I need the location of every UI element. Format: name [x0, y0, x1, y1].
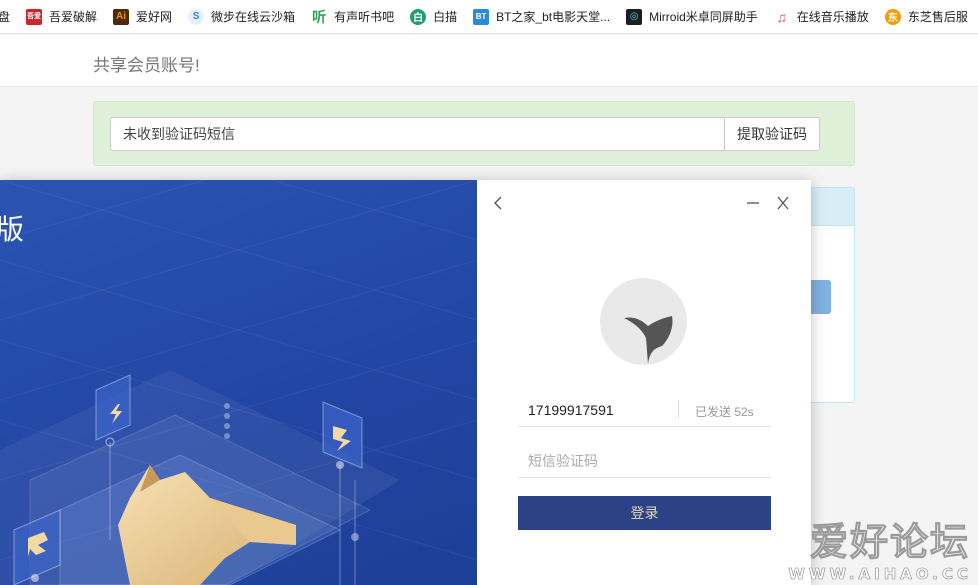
bookmark-item[interactable]: 东 东芝售后服 [884, 0, 968, 33]
modal-title-fragment: 版 [0, 214, 25, 245]
bookmark-item[interactable]: 吾爱 吾爱破解 [26, 0, 98, 33]
phone-row: 17199917591 已发送 52s [518, 394, 771, 427]
52pojie-icon: 吾爱 [26, 8, 43, 25]
bookmark-label: 有声听书吧 [334, 10, 395, 24]
close-button[interactable] [775, 192, 791, 214]
bookmark-label: 微步在线云沙箱 [211, 10, 296, 24]
toshiba-icon: 东 [884, 8, 901, 25]
watermark-url: WWW.AIHAO.CC [788, 565, 972, 584]
bookmark-label: 爱好网 [136, 10, 173, 24]
bookmark-item[interactable]: ◎ Mirroid米卓同屏助手 [626, 0, 758, 33]
bookmark-item[interactable]: BT BT之家_bt电影天堂... [473, 0, 611, 33]
bookmark-label: 白描 [433, 10, 458, 24]
page-header: 共享会员账号! [0, 35, 978, 87]
sms-code-input[interactable] [518, 444, 771, 477]
ting-icon: 听 [312, 8, 327, 25]
code-row [518, 444, 771, 478]
login-modal: 版 17199917591 已发送 52s 短信验证码 登录 [0, 180, 811, 585]
ai-icon: Ai [113, 8, 130, 25]
sms-alert-box: 未收到验证码短信 提取验证码 [93, 101, 855, 166]
page-title: 共享会员账号! [93, 56, 200, 75]
mirroid-icon: ◎ [626, 8, 643, 25]
bookmark-label: 在线音乐播放 [796, 10, 869, 24]
bookmark-label: 吾爱破解 [49, 10, 98, 24]
get-code-button[interactable]: 提取验证码 [724, 117, 820, 151]
bookmark-item[interactable]: 听 有声听书吧 [311, 0, 395, 33]
divider [678, 400, 679, 418]
bookmark-item[interactable]: S 微步在线云沙箱 [188, 0, 296, 33]
back-button[interactable] [491, 192, 507, 214]
threatbook-icon: S [188, 8, 205, 25]
sms-code-field[interactable]: 未收到验证码短信 [110, 117, 725, 151]
watermark-title: 爱好论坛 [809, 520, 970, 565]
info-panel-header [806, 188, 854, 226]
isometric-illustration [0, 180, 477, 585]
hummingbird-logo-icon [624, 316, 673, 364]
bookmark-label: Mirroid米卓同屏助手 [649, 10, 758, 24]
login-button[interactable]: 登录 [518, 496, 771, 530]
bookmark-item[interactable]: ♫ 在线音乐播放 [774, 0, 869, 33]
bt-icon: BT [473, 8, 490, 25]
close-icon [777, 196, 789, 210]
modal-illustration-panel: 版 [0, 180, 477, 585]
bookmark-label: BT之家_bt电影天堂... [496, 10, 611, 24]
bookmarks-bar: 盘 吾爱 吾爱破解 Ai 爱好网 S 微步在线云沙箱 听 有声听书吧 白 白描 … [0, 0, 978, 34]
info-panel [804, 187, 855, 403]
code-sent-countdown: 已发送 52s [695, 405, 754, 419]
bookmark-label: 盘 [0, 8, 10, 25]
minimize-button[interactable] [745, 192, 761, 214]
music-icon: ♫ [776, 8, 788, 25]
phone-number[interactable]: 17199917591 [528, 402, 614, 418]
minimize-icon [747, 202, 759, 204]
bookmark-label: 东芝售后服 [907, 10, 968, 24]
bookmark-item[interactable]: Ai 爱好网 [113, 0, 173, 33]
login-panel: 17199917591 已发送 52s 登录 [477, 180, 811, 585]
avatar [600, 278, 687, 365]
site-watermark: 爱好论坛 WWW.AIHAO.CC [786, 511, 976, 584]
bookmark-item[interactable]: 白 白描 [410, 0, 458, 33]
bookmark-item[interactable]: 盘 [0, 0, 10, 33]
baimiao-icon: 白 [410, 8, 427, 25]
chevron-left-icon [494, 196, 502, 210]
